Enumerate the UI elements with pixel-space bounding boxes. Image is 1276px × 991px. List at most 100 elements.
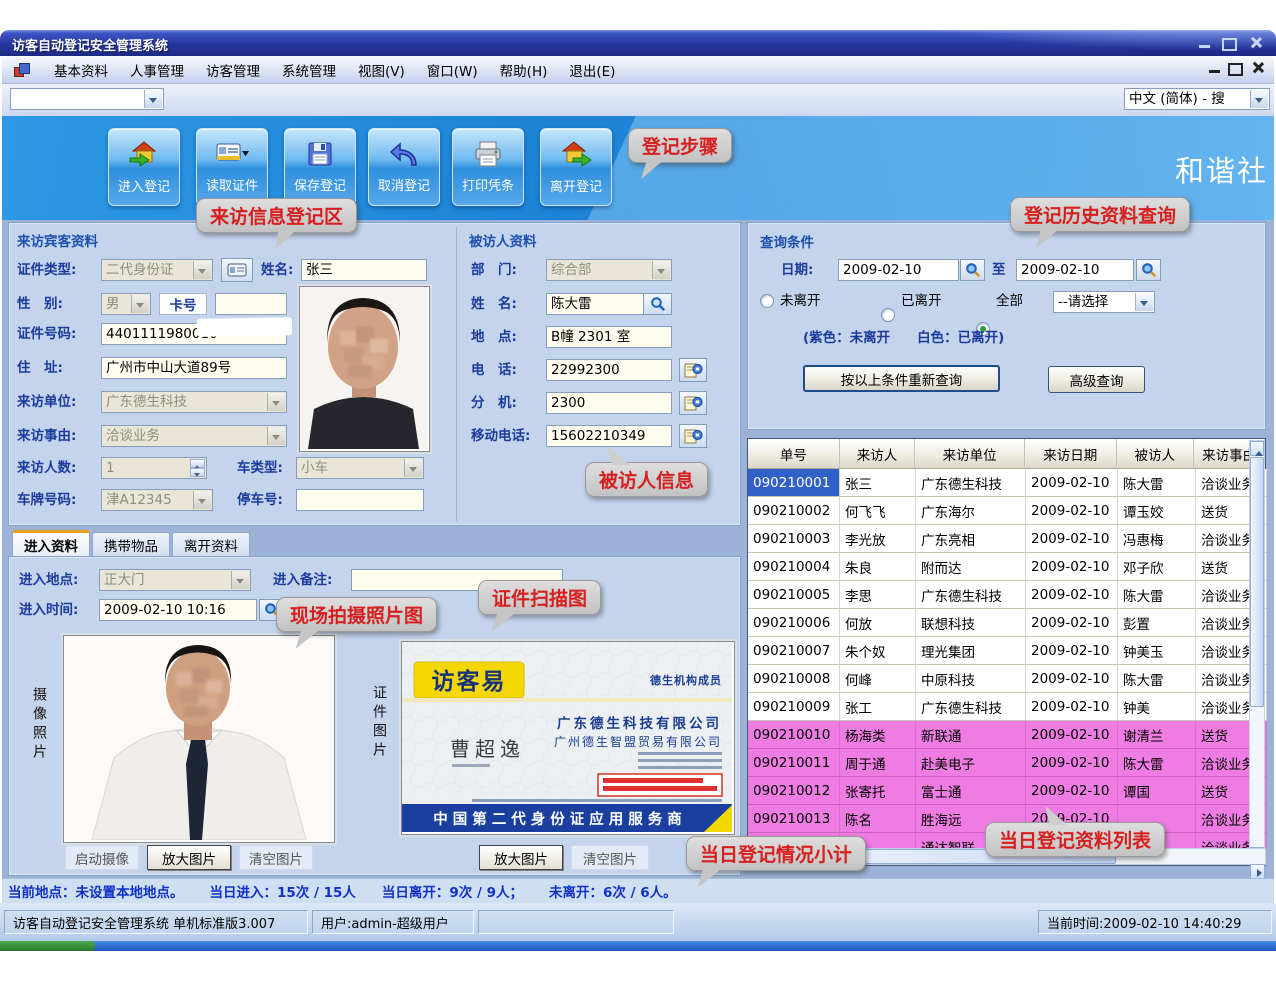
- radio-all-label[interactable]: 全部: [996, 293, 1023, 309]
- table-cell[interactable]: 陈大雷: [1118, 469, 1196, 497]
- reason-combobox[interactable]: 洽谈业务: [101, 425, 287, 447]
- cancel-register-button[interactable]: 取消登记: [368, 128, 440, 206]
- radio-not-left-label[interactable]: 未离开: [780, 293, 821, 309]
- column-header[interactable]: 来访日期: [1025, 439, 1117, 469]
- table-cell[interactable]: 090210006: [748, 609, 840, 637]
- table-cell[interactable]: 广东德生科技: [916, 469, 1026, 497]
- table-cell[interactable]: 朱良: [840, 553, 916, 581]
- count-stepper[interactable]: 1: [101, 457, 207, 479]
- table-cell[interactable]: 李光放: [840, 525, 916, 553]
- table-cell[interactable]: 2009-02-10: [1026, 469, 1118, 497]
- table-cell[interactable]: 090210005: [748, 581, 840, 609]
- table-cell[interactable]: 090210004: [748, 553, 840, 581]
- column-header[interactable]: 来访单位: [915, 439, 1025, 469]
- table-cell[interactable]: 广东德生科技: [916, 581, 1026, 609]
- filter-combobox[interactable]: --请选择: [1053, 291, 1155, 313]
- minimize-icon[interactable]: [1199, 45, 1210, 48]
- table-cell[interactable]: 新联通: [916, 721, 1026, 749]
- table-cell[interactable]: 谢清兰: [1118, 721, 1196, 749]
- table-row[interactable]: 090210005李思广东德生科技2009-02-10陈大雷洽谈业务: [748, 581, 1267, 609]
- menu-item-system[interactable]: 系统管理: [271, 56, 347, 84]
- table-cell[interactable]: 中原科技: [916, 665, 1026, 693]
- date-from-picker-button[interactable]: [960, 259, 985, 281]
- location-field[interactable]: B幢 2301 室: [546, 326, 672, 348]
- mdi-minimize-icon[interactable]: [1209, 70, 1220, 73]
- table-cell[interactable]: 2009-02-10: [1026, 637, 1118, 665]
- radio-left-label[interactable]: 已离开: [901, 293, 942, 309]
- start-button-edge[interactable]: [0, 941, 95, 951]
- advanced-query-button[interactable]: 高级查询: [1048, 366, 1145, 393]
- table-cell[interactable]: 090210010: [748, 721, 840, 749]
- spin-up-icon[interactable]: [190, 459, 205, 468]
- table-cell[interactable]: 090210003: [748, 525, 840, 553]
- clear-scan-button[interactable]: 清空图片: [571, 845, 649, 870]
- table-cell[interactable]: 谭玉姣: [1118, 497, 1196, 525]
- table-cell[interactable]: 广东亮相: [916, 525, 1026, 553]
- menu-item-help[interactable]: 帮助(H): [489, 56, 559, 84]
- table-cell[interactable]: 2009-02-10: [1026, 553, 1118, 581]
- toolbar-combobox[interactable]: [10, 88, 164, 110]
- radio-not-left[interactable]: [760, 294, 774, 308]
- table-cell[interactable]: 附而达: [916, 553, 1026, 581]
- print-slip-button[interactable]: 打印凭条: [452, 128, 524, 206]
- date-to-field[interactable]: 2009-02-10: [1016, 259, 1134, 281]
- table-cell[interactable]: 090210008: [748, 665, 840, 693]
- mdi-restore-icon[interactable]: [1228, 63, 1243, 76]
- table-row[interactable]: 090210007朱个奴理光集团2009-02-10钟美玉洽谈业务: [748, 637, 1267, 665]
- table-cell[interactable]: 朱个奴: [840, 637, 916, 665]
- dial-mobile-button[interactable]: [679, 424, 707, 448]
- table-cell[interactable]: 2009-02-10: [1026, 497, 1118, 525]
- table-cell[interactable]: 090210013: [748, 805, 840, 833]
- table-row[interactable]: 090210012张寄托富士通2009-02-10谭国送货: [748, 777, 1267, 805]
- date-to-picker-button[interactable]: [1136, 259, 1161, 281]
- scroll-up-icon[interactable]: [1250, 441, 1264, 456]
- requery-button[interactable]: 按以上条件重新查询: [803, 365, 1000, 392]
- table-cell[interactable]: 杨海类: [840, 721, 916, 749]
- table-cell[interactable]: 彭置: [1118, 609, 1196, 637]
- entry-time-field[interactable]: 2009-02-10 10:16: [99, 599, 257, 621]
- dial-phone-button[interactable]: [679, 358, 707, 382]
- table-cell[interactable]: 2009-02-10: [1026, 693, 1118, 721]
- dept-combobox[interactable]: 综合部: [546, 259, 672, 281]
- language-combobox[interactable]: 中文 (简体) - 搜: [1124, 88, 1270, 110]
- dial-ext-button[interactable]: [679, 391, 707, 415]
- scroll-right-icon[interactable]: [1250, 864, 1265, 879]
- table-row[interactable]: 090210003李光放广东亮相2009-02-10冯惠梅洽谈业务: [748, 525, 1267, 553]
- search-person-button[interactable]: [643, 293, 672, 315]
- table-cell[interactable]: 赴美电子: [916, 749, 1026, 777]
- table-cell[interactable]: 陈大雷: [1118, 749, 1196, 777]
- table-row[interactable]: 090210011周于通赴美电子2009-02-10陈大雷洽谈业务: [748, 749, 1267, 777]
- table-cell[interactable]: 090210009: [748, 693, 840, 721]
- vehicle-type-combobox[interactable]: 小车: [296, 457, 424, 479]
- table-cell[interactable]: 理光集团: [916, 637, 1026, 665]
- table-cell[interactable]: 钟美: [1118, 693, 1196, 721]
- menu-item-exit[interactable]: 退出(E): [558, 56, 626, 84]
- company-combobox[interactable]: 广东德生科技: [101, 391, 287, 413]
- table-cell[interactable]: 陈大雷: [1118, 581, 1196, 609]
- v-scrollbar[interactable]: [1249, 440, 1265, 848]
- table-cell[interactable]: 2009-02-10: [1026, 609, 1118, 637]
- table-cell[interactable]: 2009-02-10: [1026, 525, 1118, 553]
- table-cell[interactable]: 联想科技: [916, 609, 1026, 637]
- table-cell[interactable]: 广东德生科技: [916, 693, 1026, 721]
- plate-combobox[interactable]: 津A12345: [101, 489, 213, 511]
- parking-field[interactable]: [296, 489, 424, 511]
- table-cell[interactable]: 张寄托: [840, 777, 916, 805]
- restore-icon[interactable]: [1222, 38, 1237, 51]
- table-row[interactable]: 090210006何放联想科技2009-02-10彭置洽谈业务: [748, 609, 1267, 637]
- close-icon[interactable]: [1249, 36, 1262, 49]
- doc-type-combobox[interactable]: 二代身份证: [101, 259, 213, 281]
- enlarge-photo-button[interactable]: 放大图片: [147, 845, 231, 870]
- enter-register-button[interactable]: 进入登记: [108, 128, 180, 206]
- table-cell[interactable]: 何峰: [840, 665, 916, 693]
- table-cell[interactable]: 何放: [840, 609, 916, 637]
- table-cell[interactable]: 张三: [840, 469, 916, 497]
- table-row[interactable]: 090210001张三广东德生科技2009-02-10陈大雷洽谈业务: [748, 469, 1267, 497]
- table-row[interactable]: 090210009张工广东德生科技2009-02-10钟美洽谈业务: [748, 693, 1267, 721]
- table-cell[interactable]: 何飞飞: [840, 497, 916, 525]
- table-cell[interactable]: 090210012: [748, 777, 840, 805]
- table-cell[interactable]: 2009-02-10: [1026, 777, 1118, 805]
- v-scroll-thumb[interactable]: [1250, 457, 1264, 707]
- radio-left[interactable]: [881, 308, 895, 322]
- table-cell[interactable]: 谭国: [1118, 777, 1196, 805]
